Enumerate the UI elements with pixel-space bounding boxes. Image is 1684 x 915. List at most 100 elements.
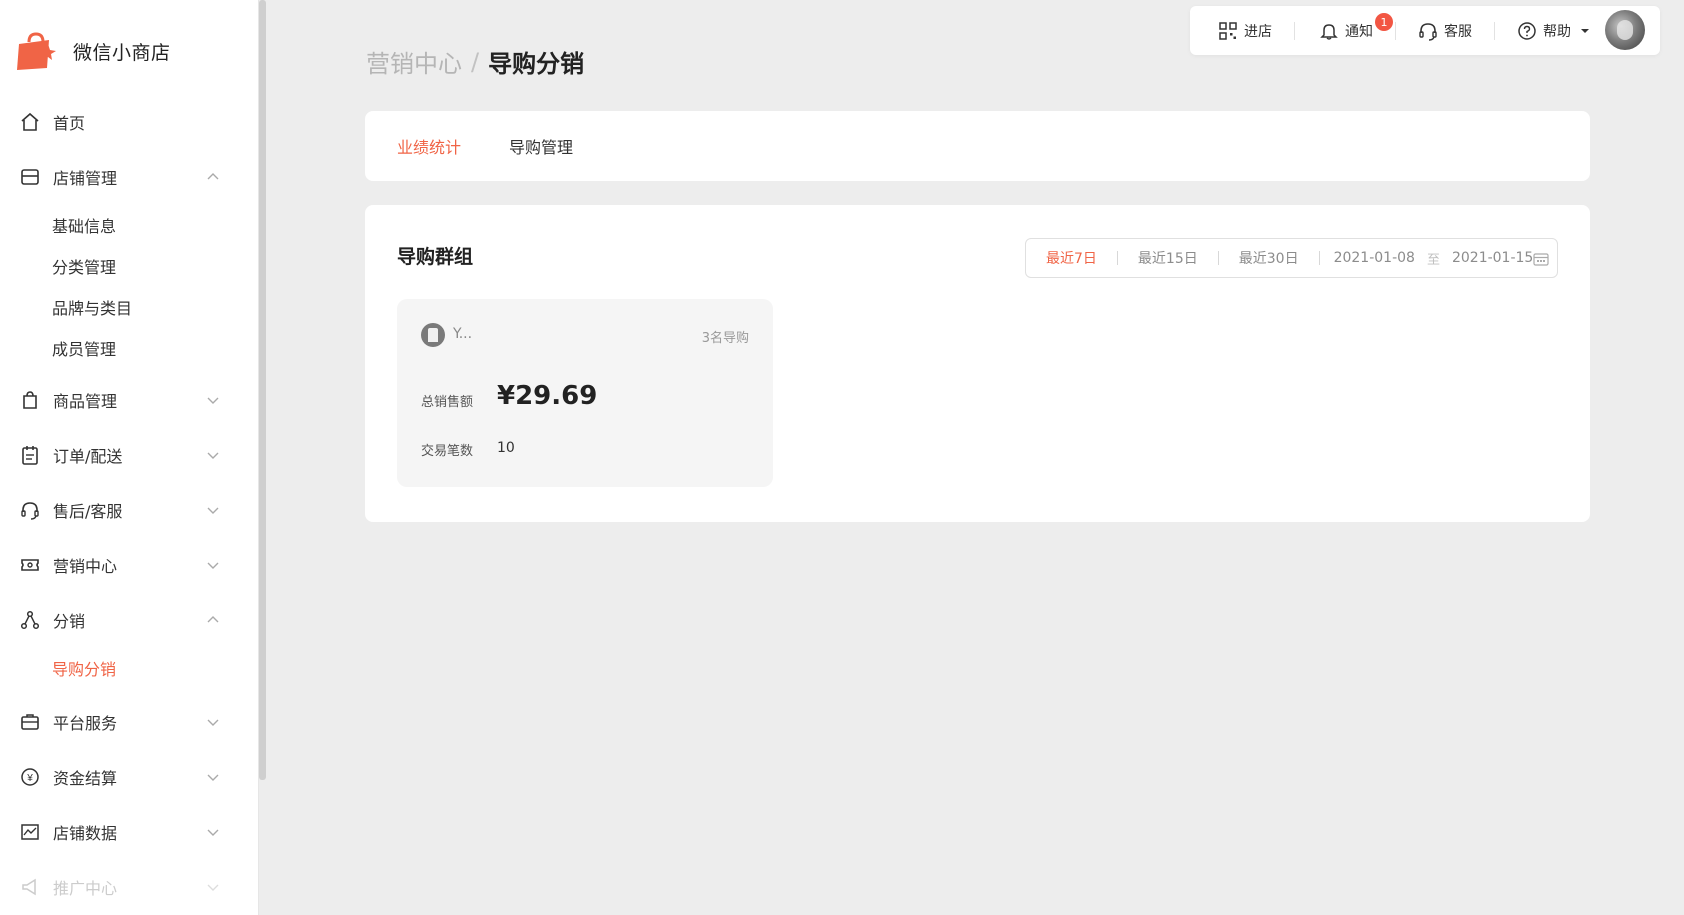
page-title: 导购分销 [488,50,585,78]
sidebar-item-label: 首页 [53,113,86,133]
sidebar: 微信小商店 首页 店铺管理 基础信息 分类管理 品牌与类目 成员管理 商品管理 [0,0,259,915]
sidebar-item-label: 订单/配送 [53,446,123,466]
help-label: 帮助 [1543,23,1571,40]
chevron-down-icon [207,774,219,781]
megaphone-icon [19,876,41,898]
app-name: 微信小商店 [73,41,171,64]
chevron-up-icon [207,172,219,179]
section-title: 导购群组 [397,246,474,268]
total-sales-value: ¥29.69 [497,381,598,411]
sidebar-item-label: 店铺数据 [53,823,118,843]
group-name: Y... [453,326,473,342]
sidebar-item-label: 营销中心 [53,556,118,576]
notify-badge: 1 [1375,13,1393,31]
notify-button[interactable]: 通知 1 [1319,6,1393,55]
svg-text:¥: ¥ [26,773,33,784]
enter-store-button[interactable]: 进店 [1218,6,1272,55]
qrcode-icon [1219,21,1237,40]
sidebar-subitem-brand[interactable]: 品牌与类目 [0,286,258,327]
sidebar-item-store-data[interactable]: 店铺数据 [0,804,258,859]
range-option-15d[interactable]: 最近15日 [1118,248,1218,268]
chevron-down-icon [207,562,219,569]
sidebar-item-marketing[interactable]: 营销中心 [0,537,258,592]
range-divider [1318,251,1320,265]
transaction-count-label: 交易笔数 [421,444,474,459]
range-option-30d[interactable]: 最近30日 [1219,248,1319,268]
chevron-down-icon [207,397,219,404]
sidebar-item-promotion[interactable]: 推广中心 [0,859,258,914]
chevron-down-icon [207,884,219,891]
end-date-input[interactable]: 2021-01-15 [1452,250,1533,266]
yen-coin-icon: ¥ [19,766,41,788]
sidebar-item-home[interactable]: 首页 [0,94,258,149]
store-icon [19,166,41,188]
caret-down-icon [1581,28,1589,33]
share-nodes-icon [19,609,41,631]
bell-icon [1320,23,1338,40]
sidebar-item-aftersale[interactable]: 售后/客服 [0,482,258,537]
toolbar-divider [1294,21,1295,40]
chevron-up-icon [207,615,219,622]
sidebar-subitem-basic-info[interactable]: 基础信息 [0,204,258,245]
sidebar-item-label: 店铺管理 [53,168,118,188]
sidebar-item-label: 平台服务 [53,713,118,733]
sidebar-item-label: 售后/客服 [53,501,123,521]
app-logo[interactable]: 微信小商店 [15,30,171,72]
sidebar-item-platform-service[interactable]: 平台服务 [0,694,258,749]
transaction-count-value: 10 [497,440,515,456]
chevron-down-icon [207,507,219,514]
briefcase-icon [19,711,41,733]
customer-service-button[interactable]: 客服 [1418,6,1472,55]
sidebar-item-orders[interactable]: 订单/配送 [0,427,258,482]
sidebar-item-label: 商品管理 [53,391,118,411]
chevron-down-icon [207,829,219,836]
tabs-bar: 业绩统计 导购管理 [365,111,1590,181]
total-sales-label: 总销售额 [421,395,474,410]
chart-icon [19,821,41,843]
notify-label: 通知 [1345,23,1373,40]
ticket-icon [19,554,41,576]
date-range-picker: 最近7日 最近15日 最近30日 2021-01-08 至 2021-01-15 [1025,238,1558,278]
breadcrumb-separator: / [471,47,480,76]
user-avatar[interactable] [1605,10,1645,50]
date-range-to-label: 至 [1426,252,1440,268]
bag-icon [19,389,41,411]
customer-service-label: 客服 [1444,23,1472,40]
headset-icon [19,499,41,521]
guide-group-card[interactable]: Y... 3名导购 总销售额 ¥29.69 交易笔数 10 [397,299,773,487]
range-option-7d[interactable]: 最近7日 [1026,248,1117,268]
start-date-input[interactable]: 2021-01-08 [1334,250,1415,266]
sidebar-item-store[interactable]: 店铺管理 [0,149,258,204]
enter-store-label: 进店 [1244,23,1272,40]
shop-bag-logo-icon [17,32,56,70]
tab-performance-stats[interactable]: 业绩统计 [397,134,461,158]
calendar-icon[interactable] [1533,251,1549,267]
sidebar-item-settlement[interactable]: ¥ 资金结算 [0,749,258,804]
sidebar-item-distribution[interactable]: 分销 [0,592,258,647]
top-toolbar: 进店 通知 1 客服 帮助 [1190,6,1660,55]
help-dropdown[interactable]: 帮助 [1517,6,1591,55]
guide-group-panel: 导购群组 最近7日 最近15日 最近30日 2021-01-08 至 2021-… [365,205,1590,522]
breadcrumb: 营销中心 / 导购分销 [366,44,584,79]
sidebar-subitem-guide-distribution[interactable]: 导购分销 [0,647,258,688]
sidebar-item-label: 分销 [53,611,86,631]
chevron-down-icon [207,452,219,459]
group-avatar [421,323,445,347]
breadcrumb-parent[interactable]: 营销中心 [366,44,462,79]
sidebar-scrollbar[interactable] [259,0,266,780]
toolbar-divider [1395,21,1396,40]
sidebar-subitem-members[interactable]: 成员管理 [0,327,258,368]
tab-guide-management[interactable]: 导购管理 [509,134,573,158]
sidebar-item-label: 资金结算 [53,768,118,788]
chevron-down-icon [207,719,219,726]
sidebar-subitem-category[interactable]: 分类管理 [0,245,258,286]
sidebar-item-label: 推广中心 [53,878,118,898]
toolbar-divider [1494,21,1495,40]
sidebar-nav: 首页 店铺管理 基础信息 分类管理 品牌与类目 成员管理 商品管理 订单/配送 [0,94,258,914]
headset-icon [1419,22,1437,41]
guide-count: 3名导购 [701,331,749,346]
home-icon [19,111,41,133]
help-circle-icon [1518,21,1536,40]
clipboard-icon [19,444,41,466]
sidebar-item-products[interactable]: 商品管理 [0,372,258,427]
